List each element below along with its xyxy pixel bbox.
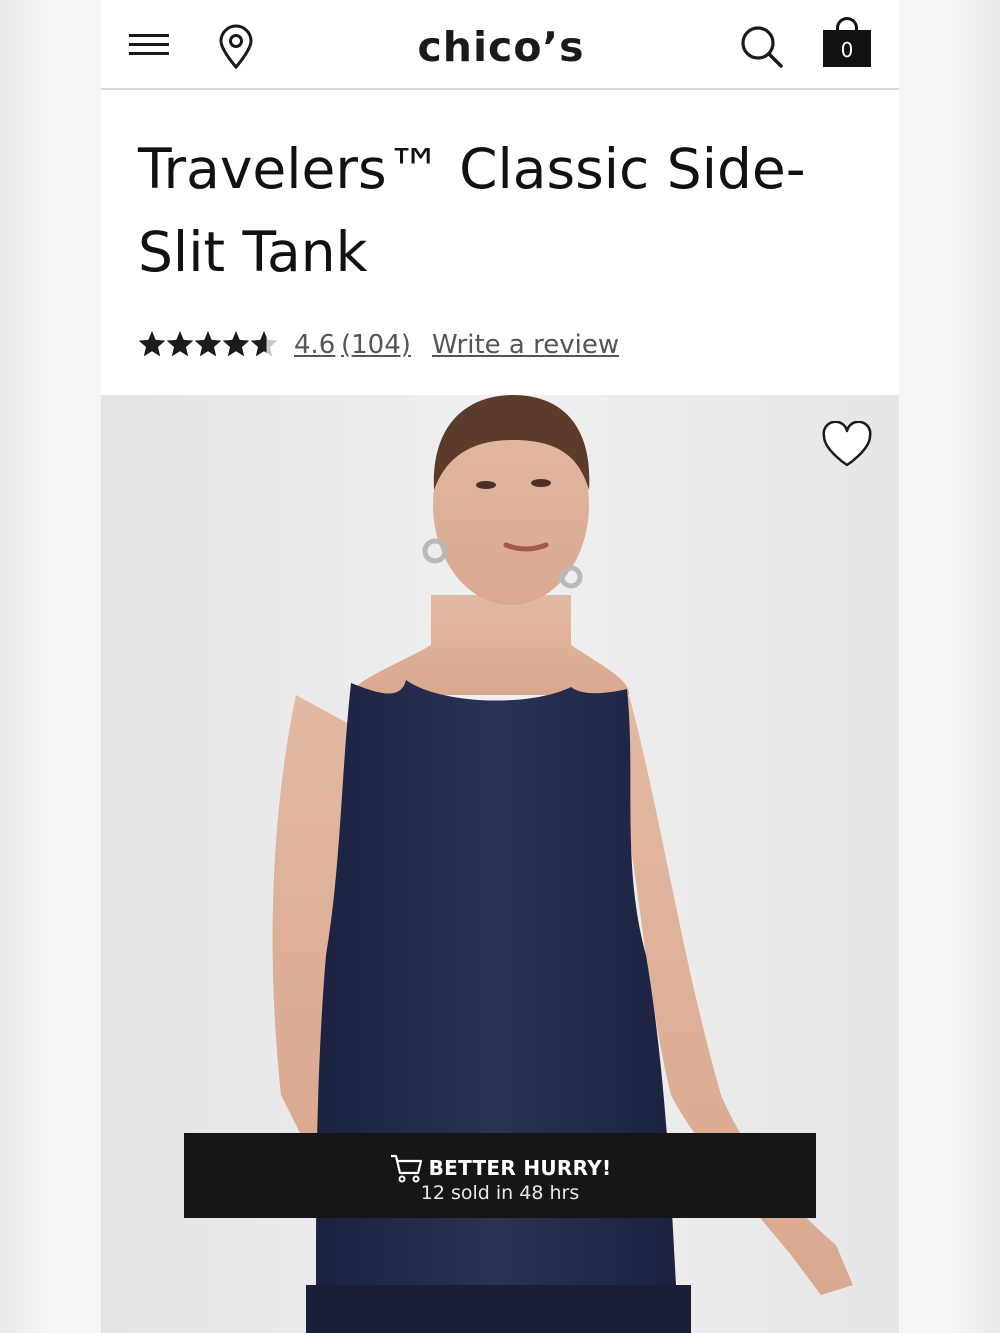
hamburger-menu-icon[interactable] [129, 30, 169, 60]
star-rating[interactable] [138, 328, 278, 362]
rating-star-icon [222, 331, 250, 357]
product-title: Travelers™ Classic Side-Slit Tank [138, 137, 806, 284]
product-image[interactable]: BETTER HURRY! 12 sold in 48 hrs [101, 395, 899, 1333]
wishlist-heart-icon[interactable] [821, 421, 873, 469]
write-review-link[interactable]: Write a review [432, 330, 619, 360]
search-icon[interactable] [739, 24, 785, 70]
rating-star-icon [194, 331, 222, 357]
urgency-subtext: 12 sold in 48 hrs [420, 1182, 580, 1204]
brand-logo[interactable]: chico’s [381, 24, 621, 70]
site-header: chico’s 0 [101, 0, 899, 90]
bag-count-badge: 0 [823, 30, 871, 67]
shopping-cart-icon [390, 1154, 422, 1183]
location-pin-icon[interactable] [216, 24, 256, 70]
shopping-bag-button[interactable]: 0 [821, 16, 873, 68]
urgency-headline: BETTER HURRY! [428, 1156, 612, 1180]
product-page: chico’s 0 Travelers™ Classic Side-Slit T… [101, 0, 899, 1333]
rating-star-icon [250, 331, 278, 357]
rating-star-icon [166, 331, 194, 357]
rating-value-link[interactable]: 4.6 [294, 330, 335, 360]
urgency-banner: BETTER HURRY! 12 sold in 48 hrs [184, 1133, 816, 1218]
rating-row: 4.6 (104) Write a review [138, 326, 858, 366]
rating-star-icon [138, 331, 166, 357]
review-count-link[interactable]: (104) [341, 330, 411, 360]
